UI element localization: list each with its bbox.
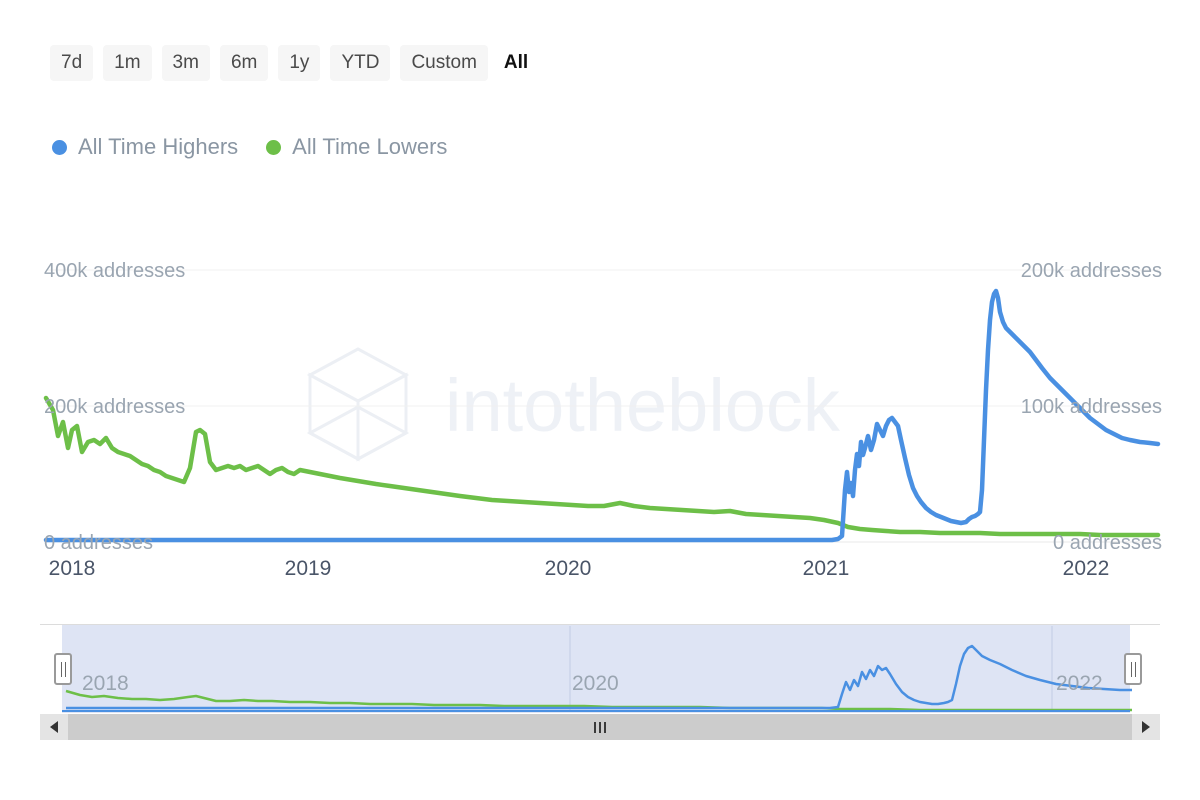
main-plot[interactable]: 400k addresses 200k addresses 0 addresse… bbox=[0, 240, 1200, 560]
range-button-6m[interactable]: 6m bbox=[220, 45, 268, 81]
right-axis-tick-0: 0 addresses bbox=[1053, 532, 1162, 554]
x-axis-tick-2018: 2018 bbox=[49, 556, 96, 582]
right-axis-tick-200k: 200k addresses bbox=[1021, 260, 1162, 282]
navigator-left-handle[interactable] bbox=[54, 653, 72, 685]
navigator-label-2018: 2018 bbox=[82, 672, 129, 696]
scroll-left-arrow-icon[interactable] bbox=[40, 714, 68, 740]
series-line-all-time-highers bbox=[46, 291, 1158, 540]
x-axis-tick-2020: 2020 bbox=[545, 556, 592, 582]
thumb-grip-line bbox=[604, 722, 606, 733]
legend-dot-icon-highers bbox=[52, 140, 67, 155]
handle-grip-line bbox=[65, 662, 66, 677]
range-button-3m[interactable]: 3m bbox=[162, 45, 210, 81]
scrollbar-track[interactable] bbox=[68, 714, 1132, 740]
series-line-all-time-lowers bbox=[46, 398, 1158, 535]
navigator-mini-chart bbox=[40, 624, 1160, 714]
range-button-all[interactable]: All bbox=[498, 45, 534, 81]
scroll-right-arrow-icon[interactable] bbox=[1132, 714, 1160, 740]
left-axis-tick-0: 0 addresses bbox=[44, 532, 153, 554]
handle-grip-line bbox=[1131, 662, 1132, 677]
range-navigator[interactable]: 2018 2020 2022 bbox=[40, 624, 1160, 714]
range-button-ytd[interactable]: YTD bbox=[330, 45, 390, 81]
legend-label-all-time-lowers: All Time Lowers bbox=[292, 134, 447, 160]
left-axis-tick-400k: 400k addresses bbox=[44, 260, 185, 282]
scrollbar-thumb[interactable] bbox=[68, 714, 1132, 740]
chart-legend: All Time Highers All Time Lowers bbox=[52, 134, 447, 160]
x-axis-tick-2021: 2021 bbox=[803, 556, 850, 582]
handle-grip-line bbox=[61, 662, 62, 677]
range-button-1y[interactable]: 1y bbox=[278, 45, 320, 81]
triangle-left-icon bbox=[50, 721, 58, 733]
x-axis-tick-2019: 2019 bbox=[285, 556, 332, 582]
x-axis-tick-2022: 2022 bbox=[1063, 556, 1110, 582]
left-axis-tick-200k: 200k addresses bbox=[44, 396, 185, 418]
triangle-right-icon bbox=[1142, 721, 1150, 733]
range-button-1m[interactable]: 1m bbox=[103, 45, 151, 81]
range-button-7d[interactable]: 7d bbox=[50, 45, 93, 81]
navigator-label-2022: 2022 bbox=[1056, 672, 1103, 696]
thumb-grip-line bbox=[599, 722, 601, 733]
legend-item-all-time-highers[interactable]: All Time Highers bbox=[52, 134, 238, 160]
legend-dot-icon-lowers bbox=[266, 140, 281, 155]
right-axis-tick-100k: 100k addresses bbox=[1021, 396, 1162, 418]
handle-grip-line bbox=[1135, 662, 1136, 677]
range-button-custom[interactable]: Custom bbox=[400, 45, 487, 81]
time-range-selector: 7d 1m 3m 6m 1y YTD Custom All bbox=[50, 45, 534, 81]
chart-widget: 7d 1m 3m 6m 1y YTD Custom All All Time H… bbox=[0, 0, 1200, 800]
legend-item-all-time-lowers[interactable]: All Time Lowers bbox=[266, 134, 447, 160]
navigator-label-2020: 2020 bbox=[572, 672, 619, 696]
x-axis: 2018 2019 2020 2021 2022 bbox=[0, 556, 1200, 586]
chart-scrollbar[interactable] bbox=[40, 714, 1160, 740]
thumb-grip-line bbox=[594, 722, 596, 733]
navigator-right-handle[interactable] bbox=[1124, 653, 1142, 685]
legend-label-all-time-highers: All Time Highers bbox=[78, 134, 238, 160]
